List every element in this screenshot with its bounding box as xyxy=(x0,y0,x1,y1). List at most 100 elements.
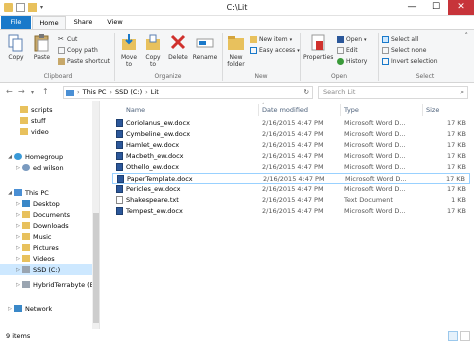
invert-selection-button[interactable]: Invert selection xyxy=(382,58,438,65)
nav-item-videos[interactable]: ▷ Videos xyxy=(0,253,99,264)
file-date: 2/16/2015 4:47 PM xyxy=(262,141,324,149)
edit-button[interactable]: Edit xyxy=(337,47,358,54)
nav-item-music[interactable]: ▷ Music xyxy=(0,231,99,242)
chevron-right-icon[interactable]: ▷ xyxy=(14,245,22,251)
file-row[interactable]: Coriolanus_ew.docx 2/16/2015 4:47 PM Micro… xyxy=(112,118,470,129)
column-header-size[interactable]: Size xyxy=(426,104,439,116)
new-folder-button[interactable]: New folder xyxy=(225,33,247,68)
tab-view[interactable]: View xyxy=(104,16,126,29)
column-divider[interactable] xyxy=(340,104,341,116)
new-item-button[interactable]: New item ▾ xyxy=(250,36,292,43)
chevron-right-icon[interactable]: ▷ xyxy=(14,212,22,218)
new-item-icon xyxy=(250,36,257,43)
nav-item-pictures[interactable]: ▷ Pictures xyxy=(0,242,99,253)
file-type: Microsoft Word D... xyxy=(344,152,406,160)
history-button[interactable]: History xyxy=(337,58,367,65)
chevron-right-icon[interactable]: ▷ xyxy=(14,267,22,273)
column-header-date[interactable]: Date modified xyxy=(262,104,308,116)
file-row[interactable]: Cymbeline_ew.docx 2/16/2015 4:47 PM Micros… xyxy=(112,129,470,140)
copy-path-button[interactable]: Copy path xyxy=(58,47,98,54)
chevron-right-icon[interactable]: ▷ xyxy=(14,201,22,207)
search-input[interactable]: Search Lit ⌕ xyxy=(318,86,468,99)
paste-shortcut-button[interactable]: Paste shortcut xyxy=(58,58,110,65)
tab-file[interactable]: File xyxy=(1,16,31,29)
file-row[interactable]: PaperTemplate.docx 2/16/2015 4:47 PM Micro… xyxy=(112,173,470,184)
rename-button[interactable]: Rename xyxy=(192,33,218,61)
chevron-right-icon[interactable]: ▷ xyxy=(14,223,22,229)
open-button[interactable]: Open ▾ xyxy=(337,36,367,43)
cut-button[interactable]: ✂ Cut xyxy=(58,36,77,44)
nav-item-hybridterrabyte[interactable]: ▷ HybridTerrabyte (E:) xyxy=(0,279,99,290)
chevron-down-icon[interactable]: ◢ xyxy=(6,154,14,160)
column-divider[interactable] xyxy=(422,104,423,116)
column-header-type[interactable]: Type xyxy=(344,104,359,116)
paste-button[interactable]: Paste xyxy=(30,33,54,61)
nav-item-ed-wilson[interactable]: ▷ ed wilson xyxy=(0,162,99,173)
back-arrow-icon[interactable]: ← xyxy=(6,87,13,96)
file-size: 17 KB xyxy=(446,119,466,127)
chevron-right-icon[interactable]: ▷ xyxy=(6,306,14,312)
delete-button[interactable]: Delete xyxy=(167,33,189,61)
organize-group-label: Organize xyxy=(154,73,182,80)
nav-item-network[interactable]: ▷ Network xyxy=(0,303,99,314)
tab-share[interactable]: Share xyxy=(70,16,96,29)
file-name: Shakespeare.txt xyxy=(126,196,179,204)
word-doc-icon xyxy=(116,163,123,171)
chevron-down-icon[interactable]: ◢ xyxy=(6,190,14,196)
close-button[interactable]: ✕ xyxy=(448,0,474,15)
recent-locations-icon[interactable]: ▾ xyxy=(31,89,34,96)
select-none-button[interactable]: Select none xyxy=(382,47,426,54)
copy-to-button[interactable]: Copy to xyxy=(142,33,164,68)
clipboard-group-label: Clipboard xyxy=(43,73,73,80)
move-to-button[interactable]: Move to xyxy=(118,33,140,68)
downloads-icon xyxy=(22,222,30,229)
search-icon[interactable]: ⌕ xyxy=(460,87,464,98)
file-row[interactable]: Tempest_ew.docx 2/16/2015 4:47 PM Microsof… xyxy=(112,206,470,217)
chevron-up-icon[interactable]: ˄ xyxy=(465,32,469,40)
nav-item-stuff[interactable]: stuff xyxy=(0,115,99,126)
new-group-label: New xyxy=(254,73,268,80)
nav-item-ssd[interactable]: ▷ SSD (C:) xyxy=(0,264,99,275)
file-name: Tempest_ew.docx xyxy=(126,207,183,215)
maximize-button[interactable]: ☐ xyxy=(424,0,448,15)
chevron-right-icon[interactable]: ▷ xyxy=(14,234,22,240)
file-row[interactable]: Shakespeare.txt 2/16/2015 4:47 PM Text Doc… xyxy=(112,195,470,206)
refresh-icon[interactable]: ↻ xyxy=(304,87,309,98)
file-row[interactable]: Pericles_ew.docx 2/16/2015 4:47 PM Microso… xyxy=(112,184,470,195)
chevron-right-icon[interactable]: ▷ xyxy=(14,256,22,262)
select-all-button[interactable]: Select all xyxy=(382,36,418,43)
copy-button[interactable]: Copy xyxy=(4,33,28,61)
minimize-button[interactable]: — xyxy=(400,0,424,15)
item-count: 9 items xyxy=(6,332,31,340)
breadcrumb-this-pc[interactable]: This PC xyxy=(83,87,107,98)
address-bar[interactable]: › This PC › SSD (C:) › Lit ↻ xyxy=(63,86,313,99)
chevron-right-icon[interactable]: ▷ xyxy=(14,282,22,288)
column-header-name[interactable]: Name xyxy=(126,104,145,116)
up-arrow-icon[interactable]: ↑ xyxy=(42,87,49,96)
navigation-pane: scripts stuff video ◢ Homegroup ▷ ed wilso… xyxy=(0,101,100,329)
nav-item-this-pc[interactable]: ◢ This PC xyxy=(0,187,99,198)
file-row[interactable]: Macbeth_ew.docx 2/16/2015 4:47 PM Microsof… xyxy=(112,151,470,162)
breadcrumb-lit[interactable]: Lit xyxy=(151,87,159,98)
word-doc-icon xyxy=(116,141,123,149)
file-row[interactable]: Hamlet_ew.docx 2/16/2015 4:47 PM Microsoft… xyxy=(112,140,470,151)
file-row[interactable]: Othello_ew.docx 2/16/2015 4:47 PM Microsof… xyxy=(112,162,470,173)
breadcrumb-ssd[interactable]: SSD (C:) xyxy=(115,87,142,98)
chevron-right-icon[interactable]: ▷ xyxy=(14,165,22,171)
column-divider[interactable] xyxy=(258,104,259,116)
tab-home[interactable]: Home xyxy=(32,16,66,29)
easy-access-button[interactable]: Easy access ▾ xyxy=(250,47,300,54)
scrollbar-thumb[interactable] xyxy=(93,213,99,323)
nav-item-scripts[interactable]: scripts xyxy=(0,104,99,115)
nav-item-homegroup[interactable]: ◢ Homegroup xyxy=(0,151,99,162)
properties-button[interactable]: Properties xyxy=(303,33,333,61)
details-view-icon[interactable] xyxy=(448,331,458,341)
forward-arrow-icon[interactable]: → xyxy=(18,87,25,96)
paste-shortcut-icon xyxy=(58,58,65,65)
nav-item-documents[interactable]: ▷ Documents xyxy=(0,209,99,220)
nav-item-downloads[interactable]: ▷ Downloads xyxy=(0,220,99,231)
nav-scrollbar[interactable] xyxy=(92,101,99,329)
nav-item-desktop[interactable]: ▷ Desktop xyxy=(0,198,99,209)
nav-item-video[interactable]: video xyxy=(0,126,99,137)
large-icons-view-icon[interactable] xyxy=(460,331,470,341)
